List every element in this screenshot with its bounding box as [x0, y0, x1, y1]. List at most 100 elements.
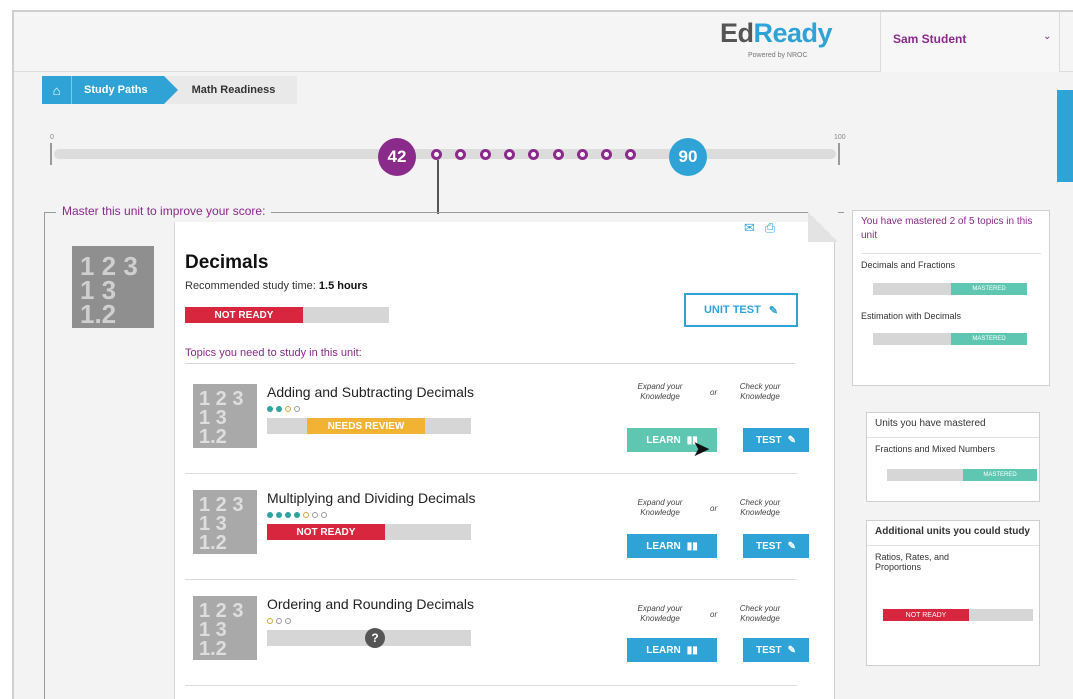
print-icon[interactable]: ⎙: [765, 220, 775, 236]
unit-test-button[interactable]: UNIT TEST ✎: [684, 293, 798, 327]
mastery-dot: [303, 512, 309, 518]
study-time-prefix: Recommended study time:: [185, 280, 319, 292]
unit-title: Decimals: [185, 252, 269, 273]
study-time: Recommended study time: 1.5 hours: [185, 280, 368, 292]
track-min-label: 0: [50, 134, 54, 141]
or-label: or: [710, 504, 718, 513]
milestone-dot[interactable]: [431, 149, 442, 160]
mastered-topic-bar: MASTERED: [873, 333, 1027, 345]
panel-divider: [867, 545, 1039, 546]
mastery-dot: [312, 512, 318, 518]
milestone-dot[interactable]: [479, 149, 491, 160]
additional-unit-name[interactable]: Ratios, Rates, and Proportions: [867, 552, 987, 572]
mastered-topic-name: Estimation with Decimals: [861, 311, 962, 321]
test-label: TEST: [756, 540, 782, 552]
test-button[interactable]: TEST ✎: [743, 638, 809, 662]
check-hint: Check your Knowledge: [739, 604, 781, 623]
mastered-badge: MASTERED: [951, 283, 1027, 295]
topic-title: Adding and Subtracting Decimals: [267, 384, 475, 400]
or-label: or: [710, 610, 718, 619]
chevron-down-icon[interactable]: ⌄: [1043, 31, 1051, 42]
topic-row: 1 2 3 1 3 1.2 Ordering and Rounding Deci…: [185, 580, 809, 686]
edready-logo[interactable]: EdReady Powered by NROC: [720, 18, 850, 68]
topic-status-bar: NEEDS REVIEW: [267, 418, 471, 434]
topics-heading: Topics you need to study in this unit:: [185, 347, 362, 359]
pencil-icon: ✎: [787, 644, 796, 656]
logo-subtitle: Powered by NROC: [748, 52, 808, 59]
test-button[interactable]: TEST ✎: [743, 428, 809, 452]
card-edge: [834, 242, 835, 699]
score-track: [54, 149, 836, 159]
test-button[interactable]: TEST ✎: [743, 534, 809, 558]
units-mastered-heading: Units you have mastered: [875, 418, 986, 429]
milestone-dot[interactable]: [552, 149, 564, 160]
topic-status-bar: NOT READY: [267, 524, 471, 540]
mastery-dot: [294, 512, 300, 518]
panel-divider: [867, 437, 1039, 438]
mastery-dot: [294, 406, 300, 412]
mastered-badge: MASTERED: [951, 333, 1027, 345]
expand-hint: Expand your Knowledge: [637, 604, 683, 623]
topic-status-badge: NOT READY: [267, 524, 385, 540]
unknown-status-icon: ?: [365, 628, 385, 648]
mastery-dots: [267, 406, 300, 412]
breadcrumb: ⌂ Study Paths Math Readiness: [42, 76, 298, 104]
side-feedback-tab[interactable]: [1057, 90, 1073, 182]
learn-label: LEARN: [646, 644, 681, 656]
edit-icon: ✎: [768, 304, 779, 317]
learn-button[interactable]: LEARN ▮▮: [627, 534, 717, 558]
mastery-dot: [285, 512, 291, 518]
topic-title: Ordering and Rounding Decimals: [267, 596, 474, 612]
mouse-cursor-icon: ➤: [692, 436, 711, 461]
not-ready-badge: NOT READY: [883, 609, 969, 621]
mastered-topic-name: Decimals and Fractions: [861, 260, 956, 270]
card-fold: [808, 212, 838, 242]
mastery-dot: [285, 618, 291, 624]
mastered-topics-heading: You have mastered 2 of 5 topics in this …: [861, 216, 1033, 241]
learn-label: LEARN: [646, 434, 681, 446]
mastery-dot: [285, 406, 291, 412]
topic-title: Multiplying and Dividing Decimals: [267, 490, 476, 506]
book-icon: ▮▮: [686, 540, 698, 552]
mastered-topic-bar: MASTERED: [873, 283, 1027, 295]
mastery-dot: [276, 512, 282, 518]
milestone-dot[interactable]: [576, 149, 588, 160]
check-hint: Check your Knowledge: [739, 498, 781, 517]
logo-ready-text: Ready: [753, 18, 833, 48]
topics-divider: [185, 363, 795, 364]
topic-row: 1 2 3 1 3 1.2 Multiplying and Dividing D…: [185, 474, 809, 580]
mastery-dot: [321, 512, 327, 518]
mastery-dot: [276, 406, 282, 412]
unit-status-badge: NOT READY: [185, 307, 303, 323]
topic-status-badge: NEEDS REVIEW: [307, 418, 425, 434]
unit-status-bar: NOT READY: [185, 307, 389, 323]
test-label: TEST: [756, 644, 782, 656]
topic-thumbnail: 1 2 3 1 3 1.2: [193, 596, 257, 660]
track-left-cap: [50, 143, 52, 165]
learn-button[interactable]: LEARN ▮▮: [627, 638, 717, 662]
panel-divider: [861, 253, 1041, 254]
current-score-badge: 42: [378, 138, 416, 176]
track-max-label: 100: [834, 134, 846, 141]
mail-icon[interactable]: ✉: [744, 220, 755, 236]
home-icon[interactable]: ⌂: [42, 76, 72, 104]
pencil-icon: ✎: [787, 540, 796, 552]
mastery-dot: [267, 512, 273, 518]
user-menu[interactable]: Sam Student ⌄: [880, 12, 1060, 72]
expand-hint: Expand your Knowledge: [637, 498, 683, 517]
units-mastered-panel: Units you have mastered Fractions and Mi…: [866, 412, 1040, 502]
topic-thumbnail: 1 2 3 1 3 1.2: [193, 384, 257, 448]
learn-label: LEARN: [646, 540, 681, 552]
study-time-value: 1.5 hours: [318, 280, 368, 292]
additional-units-heading: Additional units you could study: [875, 526, 1030, 537]
mastery-dot: [276, 618, 282, 624]
mastered-badge: MASTERED: [963, 469, 1037, 481]
track-right-cap: [838, 143, 840, 165]
mastered-unit-name: Fractions and Mixed Numbers: [875, 444, 996, 454]
expand-hint: Expand your Knowledge: [637, 382, 683, 401]
pencil-icon: ✎: [787, 434, 796, 446]
pointer-line: [437, 160, 439, 214]
logo-ed-text: Ed: [720, 18, 754, 48]
breadcrumb-study-paths[interactable]: Study Paths: [72, 76, 178, 104]
milestone-dot[interactable]: [503, 149, 515, 160]
